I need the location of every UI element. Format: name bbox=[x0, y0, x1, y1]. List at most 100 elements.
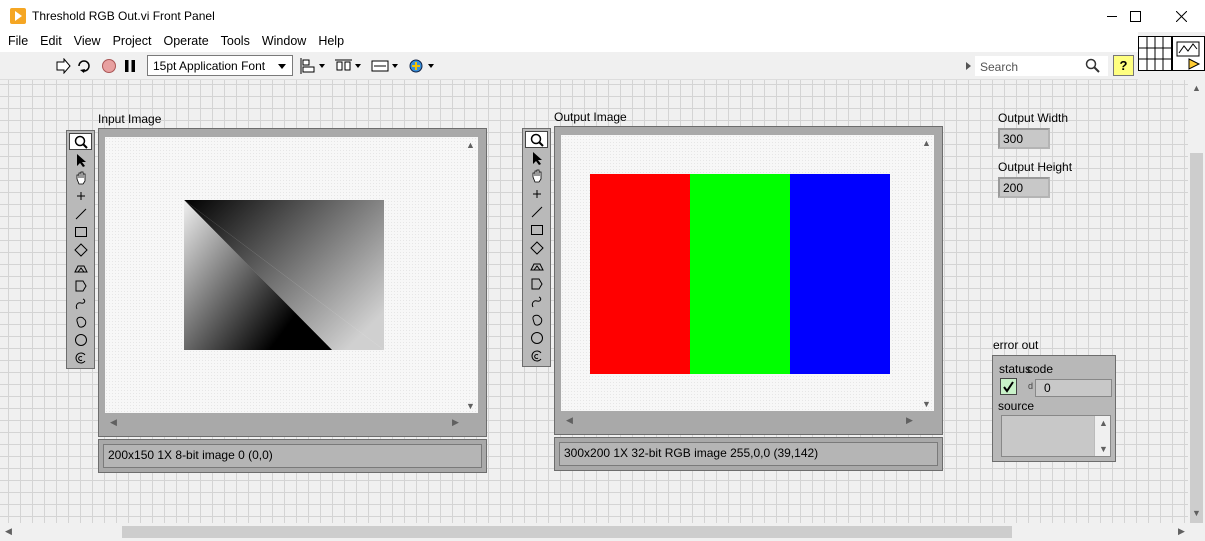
error-code-radix[interactable]: d bbox=[1028, 381, 1035, 395]
input-image-scroll-left-icon[interactable]: ◀ bbox=[110, 417, 117, 428]
input-image-scroll-down-icon[interactable]: ▼ bbox=[466, 401, 475, 411]
point-tool[interactable] bbox=[525, 185, 548, 202]
pan-icon bbox=[76, 171, 85, 184]
chevron-down-icon[interactable]: ▼ bbox=[1099, 444, 1108, 454]
distribute-objects-button[interactable] bbox=[335, 58, 363, 74]
rectangle-tool[interactable] bbox=[525, 221, 548, 238]
error-source-scrollbar[interactable]: ▲ ▼ bbox=[1094, 416, 1110, 456]
resize-objects-icon bbox=[371, 60, 398, 72]
run-button[interactable] bbox=[55, 58, 71, 74]
error-source-label: source bbox=[998, 399, 1035, 413]
align-objects-button[interactable] bbox=[300, 58, 328, 74]
labview-app-icon bbox=[10, 8, 26, 24]
output-width-indicator[interactable]: 300 bbox=[998, 128, 1050, 149]
rotated-annulus-tool[interactable] bbox=[525, 347, 548, 364]
freehand-line-tool[interactable] bbox=[69, 295, 92, 312]
output-image-status-bar: 300x200 1X 32-bit RGB image 255,0,0 (39,… bbox=[554, 437, 943, 471]
menu-help[interactable]: Help bbox=[312, 32, 350, 52]
point-tool[interactable] bbox=[69, 187, 92, 204]
line-icon bbox=[531, 206, 542, 217]
rotated-annulus-icon bbox=[75, 352, 85, 363]
pointer-icon bbox=[76, 153, 86, 167]
line-tool[interactable] bbox=[525, 203, 548, 220]
menu-file[interactable]: File bbox=[2, 32, 34, 52]
horizontal-scroll-thumb[interactable] bbox=[122, 526, 1012, 538]
point-icon bbox=[76, 191, 85, 200]
pointer-tool[interactable] bbox=[525, 149, 548, 166]
run-continuously-button[interactable] bbox=[76, 58, 92, 74]
vi-icon[interactable] bbox=[1172, 36, 1205, 71]
output-image-blue-band bbox=[790, 174, 890, 374]
zoom-tool[interactable] bbox=[69, 133, 92, 150]
chevron-up-icon[interactable]: ▲ bbox=[1099, 418, 1108, 428]
polygon-tool[interactable] bbox=[69, 277, 92, 294]
menu-view[interactable]: View bbox=[68, 32, 107, 52]
pause-button[interactable] bbox=[122, 58, 138, 74]
scroll-down-icon[interactable]: ▼ bbox=[1192, 508, 1201, 518]
vertical-scroll-thumb[interactable] bbox=[1190, 153, 1203, 541]
menu-operate[interactable]: Operate bbox=[157, 32, 214, 52]
horizontal-scrollbar[interactable]: ◀ ▶ bbox=[0, 523, 1205, 541]
output-image-scroll-up-icon[interactable]: ▲ bbox=[922, 138, 931, 148]
line-tool[interactable] bbox=[69, 205, 92, 222]
align-objects-icon bbox=[300, 58, 325, 74]
context-help-button[interactable]: ? bbox=[1113, 55, 1134, 76]
annulus-tool[interactable] bbox=[69, 259, 92, 276]
pan-tool[interactable] bbox=[69, 169, 92, 186]
font-select-value: 15pt Application Font bbox=[153, 59, 266, 73]
resize-objects-button[interactable] bbox=[370, 58, 400, 74]
rectangle-icon bbox=[530, 224, 543, 235]
rotated-rectangle-tool[interactable] bbox=[525, 239, 548, 256]
oval-icon bbox=[74, 333, 87, 346]
menu-window[interactable]: Window bbox=[256, 32, 312, 52]
reorder-button[interactable] bbox=[407, 58, 437, 74]
search-placeholder: Search bbox=[980, 60, 1019, 74]
polygon-icon bbox=[531, 278, 543, 289]
zoom-tool[interactable] bbox=[525, 131, 548, 148]
input-image-tool-palette bbox=[66, 130, 95, 369]
annulus-tool[interactable] bbox=[525, 257, 548, 274]
search-input[interactable]: Search bbox=[975, 56, 1108, 76]
search-expand-icon[interactable] bbox=[966, 62, 972, 70]
font-select[interactable]: 15pt Application Font bbox=[147, 55, 293, 76]
output-image-area[interactable] bbox=[561, 135, 934, 411]
output-image-scroll-down-icon[interactable]: ▼ bbox=[922, 399, 931, 409]
oval-tool[interactable] bbox=[525, 329, 548, 346]
menu-tools[interactable]: Tools bbox=[215, 32, 256, 52]
connector-pane[interactable] bbox=[1138, 36, 1172, 71]
input-image-area[interactable] bbox=[105, 137, 478, 413]
freehand-region-tool[interactable] bbox=[525, 311, 548, 328]
menu-edit[interactable]: Edit bbox=[34, 32, 68, 52]
error-source-indicator[interactable]: ▲ ▼ bbox=[1001, 415, 1111, 457]
oval-tool[interactable] bbox=[69, 331, 92, 348]
output-height-indicator[interactable]: 200 bbox=[998, 177, 1050, 198]
pointer-tool[interactable] bbox=[69, 151, 92, 168]
vi-icon-graphic bbox=[1176, 41, 1201, 70]
rectangle-tool[interactable] bbox=[69, 223, 92, 240]
pan-tool[interactable] bbox=[525, 167, 548, 184]
menu-project[interactable]: Project bbox=[107, 32, 158, 52]
error-code-indicator[interactable]: 0 bbox=[1035, 379, 1112, 397]
maximize-button[interactable] bbox=[1112, 0, 1158, 32]
vertical-scrollbar[interactable]: ▲ ▼ bbox=[1188, 80, 1205, 541]
rectangle-icon bbox=[74, 226, 87, 237]
input-image-scroll-right-icon[interactable]: ▶ bbox=[452, 417, 459, 428]
chevron-down-icon bbox=[278, 64, 286, 69]
output-image-scroll-left-icon[interactable]: ◀ bbox=[566, 415, 573, 426]
scroll-up-icon[interactable]: ▲ bbox=[1192, 83, 1201, 93]
scroll-right-icon[interactable]: ▶ bbox=[1178, 526, 1185, 537]
close-button[interactable] bbox=[1158, 0, 1204, 32]
polygon-tool[interactable] bbox=[525, 275, 548, 292]
freehand-region-icon bbox=[75, 316, 86, 328]
freehand-region-tool[interactable] bbox=[69, 313, 92, 330]
error-status-indicator[interactable] bbox=[1000, 378, 1017, 395]
abort-button[interactable] bbox=[101, 58, 117, 74]
rotated-annulus-tool[interactable] bbox=[69, 349, 92, 366]
scroll-left-icon[interactable]: ◀ bbox=[5, 526, 12, 537]
output-image-scroll-right-icon[interactable]: ▶ bbox=[906, 415, 913, 426]
error-code-label: code bbox=[1027, 362, 1054, 376]
input-image-scroll-up-icon[interactable]: ▲ bbox=[466, 140, 475, 150]
rotated-rectangle-tool[interactable] bbox=[69, 241, 92, 258]
annulus-icon bbox=[73, 265, 88, 272]
freehand-line-tool[interactable] bbox=[525, 293, 548, 310]
